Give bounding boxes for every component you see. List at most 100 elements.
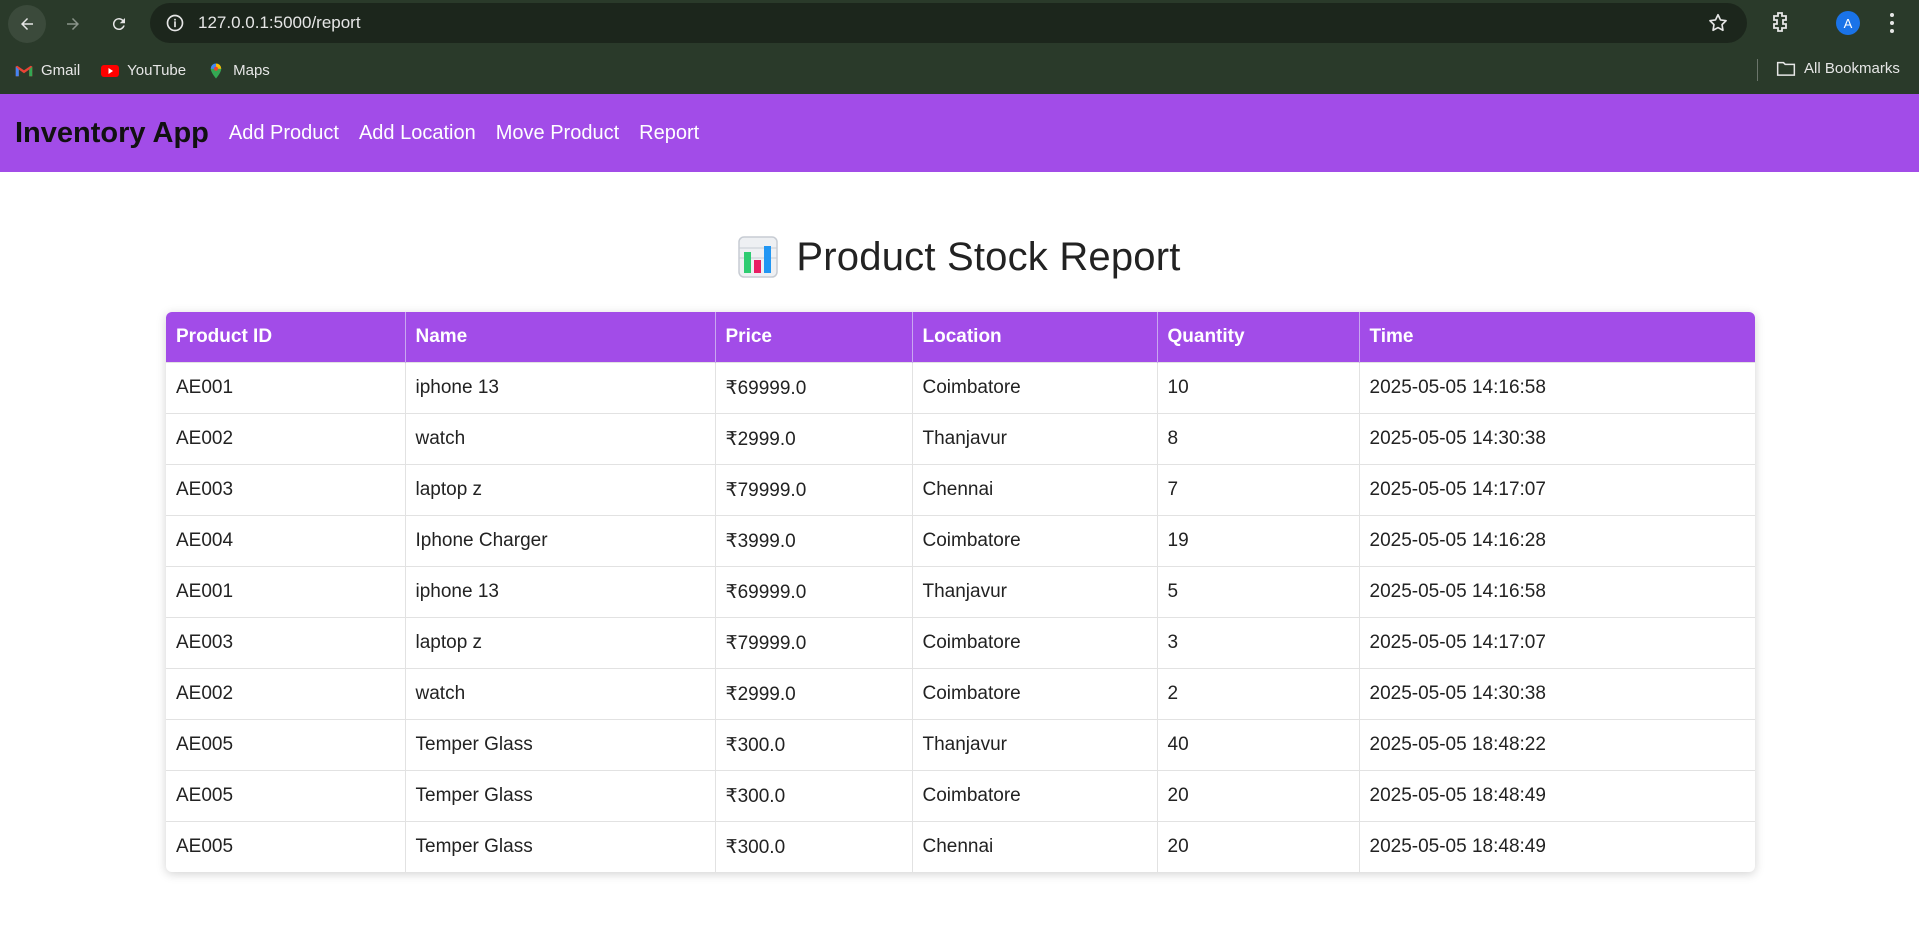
table-cell: laptop z [405, 464, 716, 516]
table-row: AE001 iphone 13 ₹69999.0 Thanjavur 5 2025-05-… [166, 566, 1755, 618]
stock-report-table: Product ID Name Price Location Quantity … [166, 312, 1755, 872]
table-cell: AE004 [166, 515, 406, 567]
arrow-right-icon [67, 17, 79, 30]
table-cell: ₹69999.0 [715, 566, 913, 618]
reload-button[interactable] [100, 5, 138, 43]
bookmark-label: Gmail [41, 62, 81, 79]
table-row: AE001 iphone 13 ₹69999.0 Coimbatore 10 2025-0… [166, 362, 1755, 414]
table-cell: 2025-05-05 14:17:07 [1359, 464, 1755, 516]
table-row: AE003 laptop z ₹79999.0 Coimbatore 3 2025-05-… [166, 617, 1755, 669]
extensions-icon[interactable] [1768, 10, 1792, 34]
table-cell: 7 [1157, 464, 1360, 516]
column-header: Price [715, 312, 913, 363]
table-cell: ₹79999.0 [715, 617, 913, 669]
table-cell: 2025-05-05 18:48:22 [1359, 719, 1755, 771]
column-header: Time [1359, 312, 1755, 363]
column-header: Name [405, 312, 716, 363]
table-row: AE005 Temper Glass ₹300.0 Coimbatore 20 2025-… [166, 770, 1755, 822]
address-bar[interactable]: 127.0.0.1:5000/report [150, 3, 1747, 43]
table-row: AE002 watch ₹2999.0 Thanjavur 8 2025-05-05 14… [166, 413, 1755, 465]
table-cell: Coimbatore [912, 770, 1158, 822]
bookmark-label: YouTube [127, 62, 187, 79]
browser-toolbar: 127.0.0.1:5000/report A [0, 0, 1919, 47]
nav-add-product[interactable]: Add Product [229, 122, 339, 145]
table-cell: Thanjavur [912, 413, 1158, 465]
table-cell: ₹79999.0 [715, 464, 913, 516]
table-cell: 3 [1157, 617, 1360, 669]
table-cell: AE003 [166, 617, 406, 669]
bookmarks-bar: Gmail YouTube Maps All Bookmarks [0, 47, 1919, 94]
table-cell: 19 [1157, 515, 1360, 567]
table-cell: 2025-05-05 14:16:58 [1359, 566, 1755, 618]
table-cell: Chennai [912, 464, 1158, 516]
table-cell: ₹2999.0 [715, 668, 913, 720]
column-header: Location [912, 312, 1158, 363]
table-cell: AE001 [166, 566, 406, 618]
table-cell: 5 [1157, 566, 1360, 618]
table-cell: 2025-05-05 14:30:38 [1359, 668, 1755, 720]
nav-move-product[interactable]: Move Product [496, 122, 619, 145]
table-row: AE003 laptop z ₹79999.0 Chennai 7 2025-05-05 … [166, 464, 1755, 516]
back-button[interactable] [8, 4, 46, 43]
bar-chart-icon [738, 236, 779, 278]
table-cell: 8 [1157, 413, 1360, 465]
arrow-left-icon [21, 17, 33, 30]
site-info-icon[interactable] [164, 12, 186, 34]
profile-avatar[interactable]: A [1836, 11, 1860, 35]
table-row: AE002 watch ₹2999.0 Coimbatore 2 2025-05-05 1… [166, 668, 1755, 720]
table-cell: AE005 [166, 770, 406, 822]
table-cell: Chennai [912, 821, 1158, 872]
bookmark-gmail[interactable]: Gmail [15, 62, 80, 80]
all-bookmarks-button[interactable]: All Bookmarks [1776, 60, 1900, 77]
table-cell: ₹3999.0 [715, 515, 913, 567]
column-header: Product ID [166, 312, 406, 363]
table-cell: watch [405, 413, 716, 465]
gmail-icon [15, 62, 33, 80]
table-cell: Coimbatore [912, 617, 1158, 669]
bookmark-label: Maps [233, 62, 270, 79]
table-cell: watch [405, 668, 716, 720]
page-header: Product Stock Report [0, 234, 1919, 280]
table-cell: AE002 [166, 668, 406, 720]
reload-icon [112, 17, 125, 30]
app-navbar: Inventory App Add Product Add Location M… [0, 94, 1919, 172]
table-cell: ₹300.0 [715, 770, 913, 822]
table-cell: 2025-05-05 14:17:07 [1359, 617, 1755, 669]
table-cell: AE005 [166, 821, 406, 872]
table-cell: laptop z [405, 617, 716, 669]
folder-icon [1776, 61, 1796, 76]
table-cell: 20 [1157, 770, 1360, 822]
table-cell: 2025-05-05 14:30:38 [1359, 413, 1755, 465]
browser-menu-icon[interactable] [1884, 11, 1900, 35]
table-cell: ₹300.0 [715, 719, 913, 771]
table-cell: Coimbatore [912, 515, 1158, 567]
table-cell: Temper Glass [405, 821, 716, 872]
table-row: AE005 Temper Glass ₹300.0 Chennai 20 2025-05-… [166, 821, 1755, 872]
table-cell: Temper Glass [405, 719, 716, 771]
bookmarks-divider [1757, 59, 1758, 81]
table-cell: Thanjavur [912, 566, 1158, 618]
forward-button[interactable] [54, 5, 92, 43]
table-cell: 2025-05-05 18:48:49 [1359, 821, 1755, 872]
table-row: AE005 Temper Glass ₹300.0 Thanjavur 40 2025-0… [166, 719, 1755, 771]
youtube-icon [101, 62, 120, 80]
bookmark-maps[interactable]: Maps [207, 62, 270, 80]
table-cell: AE003 [166, 464, 406, 516]
table-header-row: Product ID Name Price Location Quantity … [166, 312, 1755, 363]
table-cell: AE001 [166, 362, 406, 414]
nav-report[interactable]: Report [639, 122, 699, 145]
nav-add-location[interactable]: Add Location [359, 122, 476, 145]
table-cell: ₹2999.0 [715, 413, 913, 465]
table-cell: iphone 13 [405, 362, 716, 414]
table-cell: iphone 13 [405, 566, 716, 618]
table-cell: 40 [1157, 719, 1360, 771]
table-cell: AE002 [166, 413, 406, 465]
column-header: Quantity [1157, 312, 1360, 363]
table-cell: Iphone Charger [405, 515, 716, 567]
table-cell: ₹69999.0 [715, 362, 913, 414]
app-brand[interactable]: Inventory App [15, 117, 209, 150]
url-text[interactable]: 127.0.0.1:5000/report [198, 13, 361, 33]
table-cell: ₹300.0 [715, 821, 913, 872]
bookmark-youtube[interactable]: YouTube [101, 62, 186, 80]
bookmark-star-icon[interactable] [1707, 12, 1729, 34]
